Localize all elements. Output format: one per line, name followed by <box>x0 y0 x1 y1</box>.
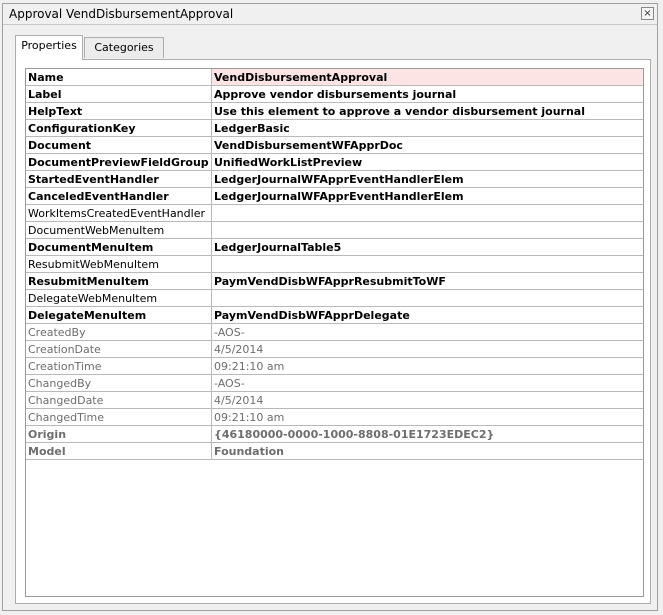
property-value[interactable]: 09:21:10 am <box>211 408 643 426</box>
title-bar[interactable]: Approval VendDisbursementApproval × <box>3 4 657 25</box>
property-name[interactable]: Name <box>26 69 212 86</box>
properties-panel: Name VendDisbursementApproval Label Approve… <box>15 59 651 604</box>
property-name[interactable]: Model <box>26 442 212 460</box>
property-name[interactable]: DocumentWebMenuItem <box>26 221 212 239</box>
property-row[interactable]: CreatedBy -AOS- <box>26 323 643 341</box>
property-row[interactable]: Label Approve vendor disbursements journa… <box>26 85 643 103</box>
property-row[interactable]: ChangedTime 09:21:10 am <box>26 408 643 426</box>
property-value[interactable]: Use this element to approve a vendor dis… <box>211 102 643 120</box>
close-icon[interactable]: × <box>641 7 654 20</box>
property-name[interactable]: WorkItemsCreatedEventHandler <box>26 204 212 222</box>
property-value[interactable]: LedgerBasic <box>211 119 643 137</box>
tab-categories[interactable]: Categories <box>84 37 164 58</box>
property-name[interactable]: CreationTime <box>26 357 212 375</box>
property-row[interactable]: ChangedBy -AOS- <box>26 374 643 392</box>
property-name[interactable]: DelegateWebMenuItem <box>26 289 212 307</box>
property-value[interactable]: VendDisbursementApproval <box>211 69 643 86</box>
property-name[interactable]: DocumentMenuItem <box>26 238 212 256</box>
property-name[interactable]: ChangedBy <box>26 374 212 392</box>
property-row[interactable]: DocumentMenuItem LedgerJournalTable5 <box>26 238 643 256</box>
property-row[interactable]: Name VendDisbursementApproval <box>26 69 643 86</box>
property-grid: Name VendDisbursementApproval Label Approve… <box>25 68 644 597</box>
property-value[interactable]: LedgerJournalTable5 <box>211 238 643 256</box>
property-name[interactable]: HelpText <box>26 102 212 120</box>
property-value[interactable]: 4/5/2014 <box>211 340 643 358</box>
property-value[interactable] <box>211 289 643 307</box>
property-row[interactable]: CreationTime 09:21:10 am <box>26 357 643 375</box>
property-value[interactable]: PaymVendDisbWFApprResubmitToWF <box>211 272 643 290</box>
property-value[interactable]: 09:21:10 am <box>211 357 643 375</box>
property-row[interactable]: CreationDate 4/5/2014 <box>26 340 643 358</box>
property-value[interactable] <box>211 255 643 273</box>
property-row[interactable]: HelpText Use this element to approve a ve… <box>26 102 643 120</box>
property-value[interactable]: -AOS- <box>211 323 643 341</box>
property-value[interactable]: LedgerJournalWFApprEventHandlerElem <box>211 187 643 205</box>
property-row[interactable]: StartedEventHandler LedgerJournalWFApprEv… <box>26 170 643 188</box>
property-row[interactable]: Origin {46180000-0000-1000-8808-01E1723ED… <box>26 425 643 443</box>
property-name[interactable]: DelegateMenuItem <box>26 306 212 324</box>
property-row[interactable]: DocumentWebMenuItem <box>26 221 643 239</box>
property-name[interactable]: ChangedTime <box>26 408 212 426</box>
property-value[interactable]: -AOS- <box>211 374 643 392</box>
property-table: Name VendDisbursementApproval Label Approve… <box>26 69 643 460</box>
property-name[interactable]: Label <box>26 85 212 103</box>
property-name[interactable]: CreatedBy <box>26 323 212 341</box>
property-row[interactable]: ResubmitMenuItem PaymVendDisbWFApprResubm… <box>26 272 643 290</box>
property-row[interactable]: ConfigurationKey LedgerBasic <box>26 119 643 137</box>
property-row[interactable]: DelegateWebMenuItem <box>26 289 643 307</box>
property-value[interactable]: UnifiedWorkListPreview <box>211 153 643 171</box>
property-row[interactable]: ResubmitWebMenuItem <box>26 255 643 273</box>
property-value[interactable]: Approve vendor disbursements journal <box>211 85 643 103</box>
property-name[interactable]: Document <box>26 136 212 154</box>
property-name[interactable]: DocumentPreviewFieldGroup <box>26 153 212 171</box>
property-value[interactable]: PaymVendDisbWFApprDelegate <box>211 306 643 324</box>
property-row[interactable]: ChangedDate 4/5/2014 <box>26 391 643 409</box>
property-value[interactable] <box>211 221 643 239</box>
property-row[interactable]: DelegateMenuItem PaymVendDisbWFApprDelega… <box>26 306 643 324</box>
property-value[interactable]: 4/5/2014 <box>211 391 643 409</box>
property-name[interactable]: StartedEventHandler <box>26 170 212 188</box>
property-row[interactable]: Document VendDisbursementWFApprDoc <box>26 136 643 154</box>
window-title: Approval VendDisbursementApproval <box>9 7 234 21</box>
property-row[interactable]: DocumentPreviewFieldGroup UnifiedWorkList… <box>26 153 643 171</box>
property-value[interactable]: LedgerJournalWFApprEventHandlerElem <box>211 170 643 188</box>
property-name[interactable]: ResubmitMenuItem <box>26 272 212 290</box>
property-value[interactable]: Foundation <box>211 442 643 460</box>
property-name[interactable]: ResubmitWebMenuItem <box>26 255 212 273</box>
property-value[interactable]: VendDisbursementWFApprDoc <box>211 136 643 154</box>
property-name[interactable]: ConfigurationKey <box>26 119 212 137</box>
property-value[interactable] <box>211 204 643 222</box>
tab-properties[interactable]: Properties <box>15 35 83 60</box>
property-value[interactable]: {46180000-0000-1000-8808-01E1723EDEC2} <box>211 425 643 443</box>
property-name[interactable]: Origin <box>26 425 212 443</box>
property-row[interactable]: CanceledEventHandler LedgerJournalWFApprE… <box>26 187 643 205</box>
property-name[interactable]: ChangedDate <box>26 391 212 409</box>
property-row[interactable]: WorkItemsCreatedEventHandler <box>26 204 643 222</box>
property-name[interactable]: CreationDate <box>26 340 212 358</box>
property-name[interactable]: CanceledEventHandler <box>26 187 212 205</box>
property-row[interactable]: Model Foundation <box>26 442 643 460</box>
property-window: Approval VendDisbursementApproval × Prop… <box>2 3 658 611</box>
